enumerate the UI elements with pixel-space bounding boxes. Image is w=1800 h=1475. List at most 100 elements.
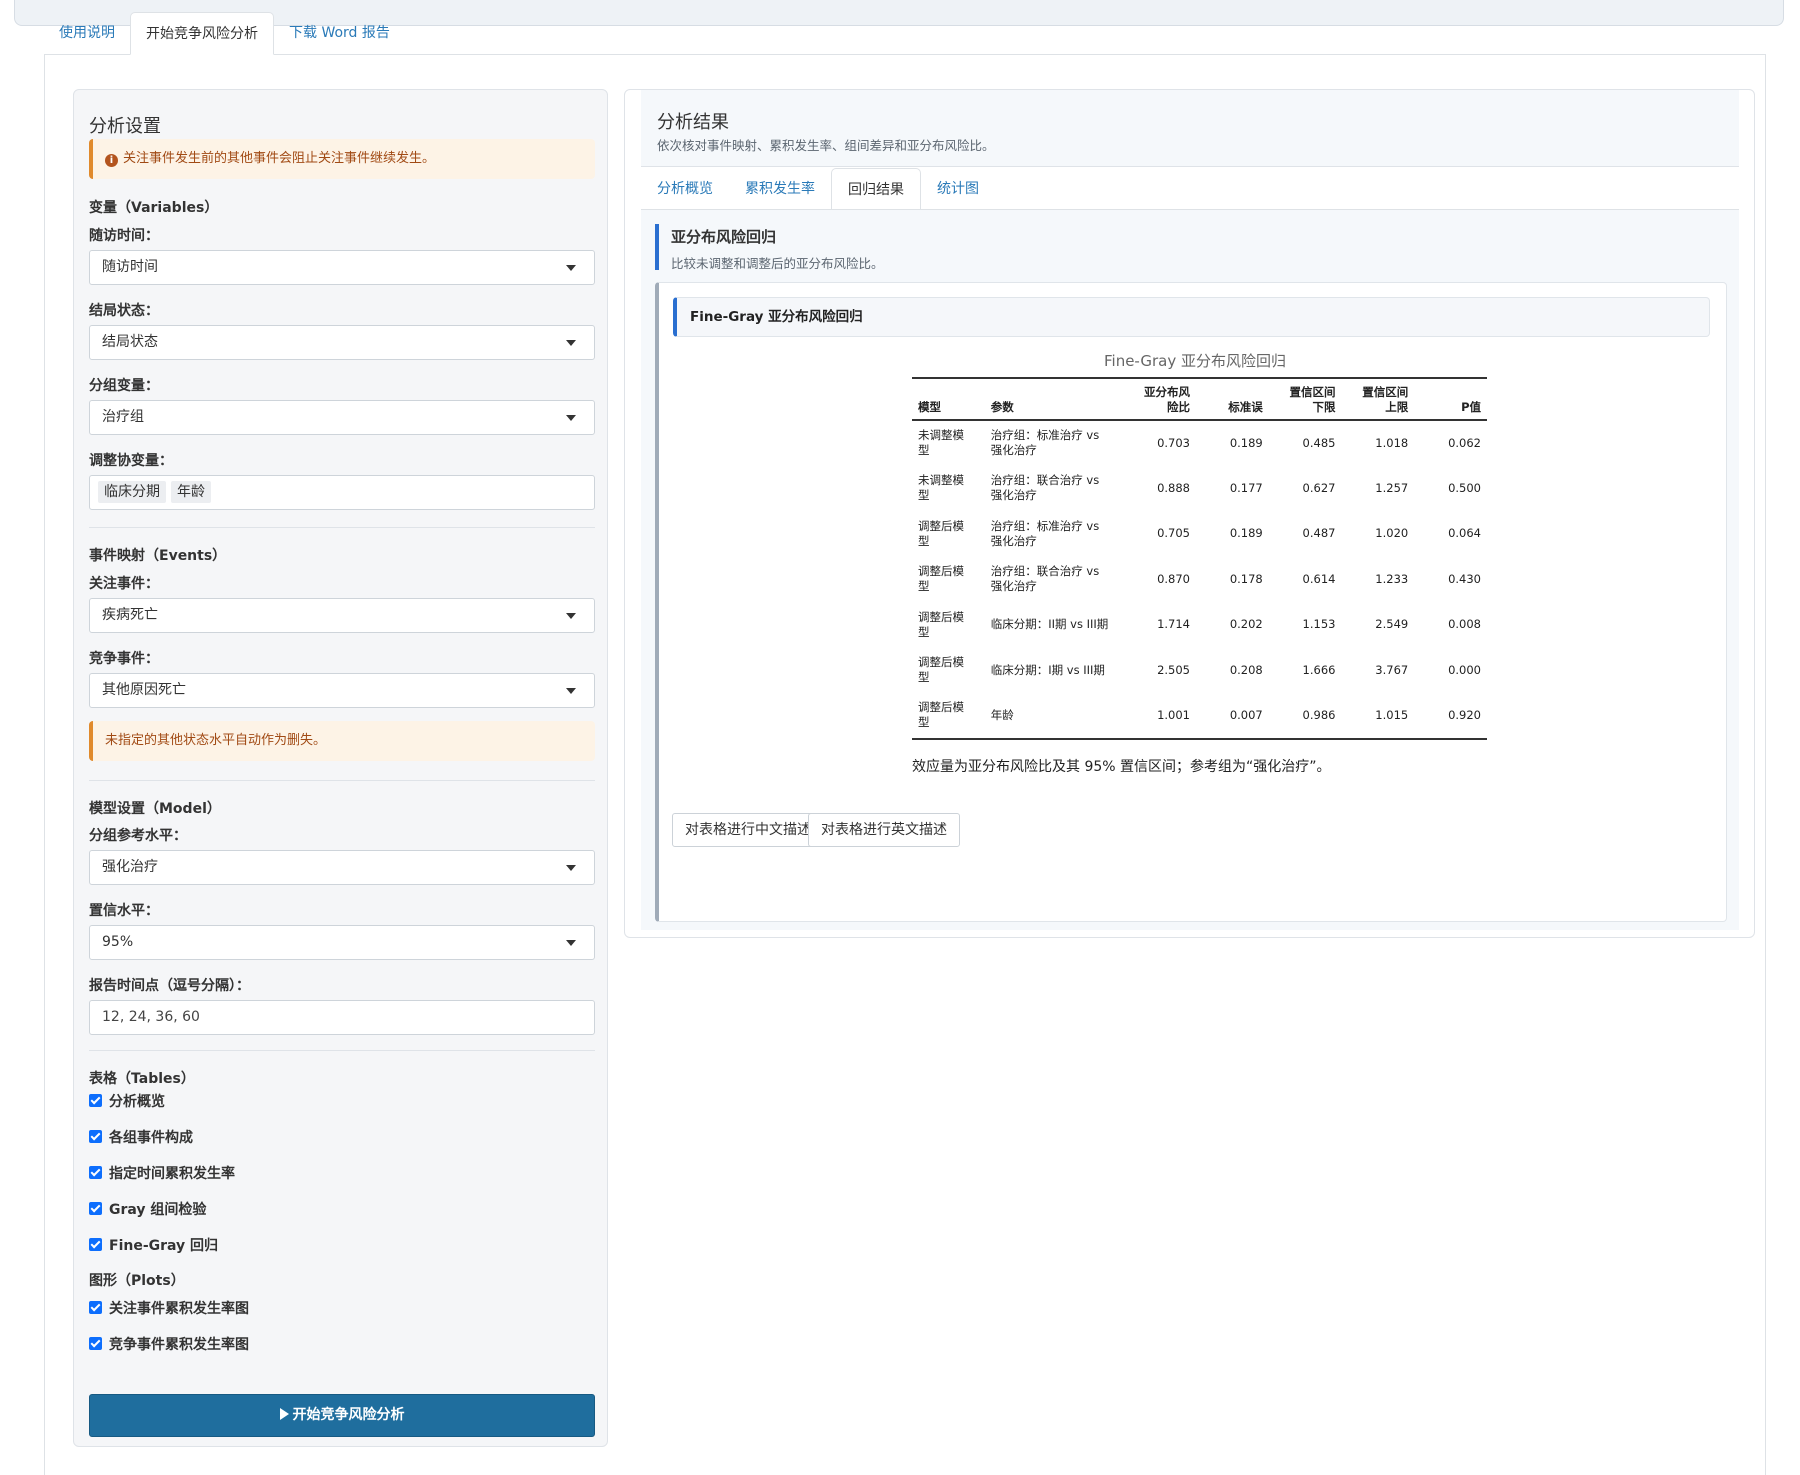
table-cell: 1.257 <box>1375 480 1409 495</box>
status-label: 结局状态： <box>89 303 159 319</box>
checkbox-checked-icon[interactable] <box>89 1337 102 1350</box>
table-cell: 0.202 <box>1229 617 1263 632</box>
regression-table: 模型 参数 亚分布风 险比 标准误 置信区间 下限 置信区间 上限 P值 未调整模型治… <box>912 377 1487 740</box>
table-cell: 治疗组：标准治疗 vs 强化治疗 <box>990 428 1100 458</box>
table-cell: 2.505 <box>1157 662 1191 677</box>
table-cell: 1.018 <box>1375 435 1409 450</box>
table-cell: 1.020 <box>1375 526 1409 541</box>
table-cell: 0.870 <box>1157 571 1191 586</box>
tab-start-analysis[interactable]: 开始竞争风险分析 <box>130 12 274 55</box>
competing-alert: i 关注事件发生前的其他事件会阻止关注事件继续发生。 <box>89 139 595 179</box>
table-cell: 治疗组：联合治疗 vs 强化治疗 <box>990 564 1100 594</box>
table-cell: 0.062 <box>1448 435 1481 450</box>
tab-cumulative-incidence[interactable]: 累积发生率 <box>729 168 831 210</box>
table-cell: 0.500 <box>1448 480 1481 495</box>
status-select[interactable]: 结局状态 <box>89 325 595 360</box>
event-label: 关注事件： <box>89 576 159 592</box>
table-row: 调整后模型 临床分期：II期 vs III期 1.714 0.202 1.153 2.54… <box>912 602 1487 648</box>
time-label: 随访时间： <box>89 228 159 244</box>
play-icon <box>279 1408 289 1420</box>
table-option-gray[interactable]: Gray 组间检验 <box>89 1200 206 1220</box>
table-cell: 0.920 <box>1414 693 1487 740</box>
tab-regression[interactable]: 回归结果 <box>831 168 921 210</box>
table-cell: 0.000 <box>1448 662 1481 677</box>
checkbox-checked-icon[interactable] <box>89 1301 102 1314</box>
chevron-down-icon <box>566 613 576 619</box>
table-option-cif[interactable]: 指定时间累积发生率 <box>89 1164 235 1184</box>
option-label: Fine-Gray 回归 <box>109 1238 219 1254</box>
table-cell: 1.001 <box>1123 693 1197 740</box>
table-cell: 0.064 <box>1448 526 1481 541</box>
describe-en-button[interactable]: 对表格进行英文描述 <box>808 813 960 847</box>
plot-option-event[interactable]: 关注事件累积发生率图 <box>89 1299 249 1319</box>
table-cell: 0.430 <box>1448 571 1481 586</box>
tab-download-report[interactable]: 下载 Word 报告 <box>274 12 405 55</box>
checkbox-checked-icon[interactable] <box>89 1166 102 1179</box>
table-cell: 1.153 <box>1302 617 1336 632</box>
results-subtitle: 依次核对事件映射、累积发生率、组间差异和亚分布风险比。 <box>657 138 995 153</box>
group-select[interactable]: 治疗组 <box>89 400 595 435</box>
table-option-overview[interactable]: 分析概览 <box>89 1092 165 1112</box>
confidence-select[interactable]: 95% <box>89 925 595 960</box>
table-cell: 0.189 <box>1229 526 1263 541</box>
table-cell: 0.208 <box>1229 662 1263 677</box>
model-section-title: 模型设置（Model） <box>89 801 221 817</box>
reference-select[interactable]: 强化治疗 <box>89 850 595 885</box>
describe-cn-button[interactable]: 对表格进行中文描述 <box>672 813 824 847</box>
table-cell: 0.485 <box>1302 435 1336 450</box>
time-select-value: 随访时间 <box>102 259 158 275</box>
table-row: 调整后模型治疗组：联合治疗 vs 强化治疗 0.870 0.178 0.614 1.233… <box>912 557 1487 603</box>
checkbox-checked-icon[interactable] <box>89 1238 102 1251</box>
time-select[interactable]: 随访时间 <box>89 250 595 285</box>
plot-option-compete[interactable]: 竞争事件累积发生率图 <box>89 1335 249 1355</box>
covariates-multiselect[interactable]: 临床分期 年龄 <box>89 475 595 510</box>
compete-select[interactable]: 其他原因死亡 <box>89 673 595 708</box>
checkbox-checked-icon[interactable] <box>89 1202 102 1215</box>
checkbox-checked-icon[interactable] <box>89 1094 102 1107</box>
option-label: 竞争事件累积发生率图 <box>109 1337 249 1353</box>
col-header: 参数 <box>984 377 1124 421</box>
table-row: 未调整模型治疗组：联合治疗 vs 强化治疗 0.888 0.177 0.627 1.257… <box>912 466 1487 512</box>
table-cell: 1.714 <box>1157 617 1191 632</box>
tab-overview[interactable]: 分析概览 <box>641 168 729 210</box>
regression-card: Fine-Gray 亚分布风险回归 Fine-Gray 亚分布风险回归 模型 参… <box>655 282 1727 922</box>
run-analysis-button[interactable]: 开始竞争风险分析 <box>89 1394 595 1437</box>
table-option-events[interactable]: 各组事件构成 <box>89 1128 193 1148</box>
covariate-chip[interactable]: 临床分期 <box>98 481 166 503</box>
table-cell: 0.986 <box>1268 693 1342 740</box>
results-header: 分析结果 依次核对事件映射、累积发生率、组间差异和亚分布风险比。 <box>641 90 1739 167</box>
tab-instructions[interactable]: 使用说明 <box>44 12 130 55</box>
card-title: Fine-Gray 亚分布风险回归 <box>673 297 1710 337</box>
covariates-label: 调整协变量： <box>89 453 173 469</box>
section-subtitle: 比较未调整和调整后的亚分布风险比。 <box>671 256 884 271</box>
table-cell: 调整后模型 <box>918 655 964 685</box>
alert-text: 关注事件发生前的其他事件会阻止关注事件继续发生。 <box>123 151 436 166</box>
table-option-finegray[interactable]: Fine-Gray 回归 <box>89 1236 218 1256</box>
table-cell: 0.177 <box>1229 480 1263 495</box>
events-section-title: 事件映射（Events） <box>89 548 227 564</box>
table-row: 调整后模型年龄 1.001 0.007 0.986 1.015 0.920 <box>912 693 1487 740</box>
table-note: 效应量为亚分布风险比及其 95% 置信区间；参考组为“强化治疗”。 <box>912 759 1331 775</box>
table-row: 调整后模型 临床分期：I期 vs III期 2.505 0.208 1.666 3.767… <box>912 648 1487 694</box>
table-cell: 调整后模型 <box>918 518 964 548</box>
table-cell: 年龄 <box>984 693 1124 740</box>
confidence-select-value: 95% <box>102 934 134 950</box>
info-icon: i <box>105 154 118 167</box>
variables-section-title: 变量（Variables） <box>89 200 219 216</box>
table-cell: 2.549 <box>1375 617 1409 632</box>
table-cell: 治疗组：联合治疗 vs 强化治疗 <box>990 473 1100 503</box>
regression-pane: 亚分布风险回归 比较未调整和调整后的亚分布风险比。 Fine-Gray 亚分布风… <box>641 210 1739 930</box>
table-cell: 1.233 <box>1375 571 1409 586</box>
checkbox-checked-icon[interactable] <box>89 1130 102 1143</box>
timepoints-input[interactable]: 12, 24, 36, 60 <box>89 1000 595 1035</box>
event-select[interactable]: 疾病死亡 <box>89 598 595 633</box>
alert-text: 未指定的其他状态水平自动作为删失。 <box>105 733 327 748</box>
table-cell: 调整后模型 <box>912 693 985 740</box>
chevron-down-icon <box>566 265 576 271</box>
results-tabs: 分析概览 累积发生率 回归结果 统计图 <box>641 168 995 210</box>
results-title: 分析结果 <box>657 112 729 133</box>
col-header: P值 <box>1414 377 1487 421</box>
tab-plots[interactable]: 统计图 <box>921 168 995 210</box>
table-header-row: 模型 参数 亚分布风 险比 标准误 置信区间 下限 置信区间 上限 P值 <box>912 377 1487 421</box>
covariate-chip[interactable]: 年龄 <box>171 481 211 503</box>
